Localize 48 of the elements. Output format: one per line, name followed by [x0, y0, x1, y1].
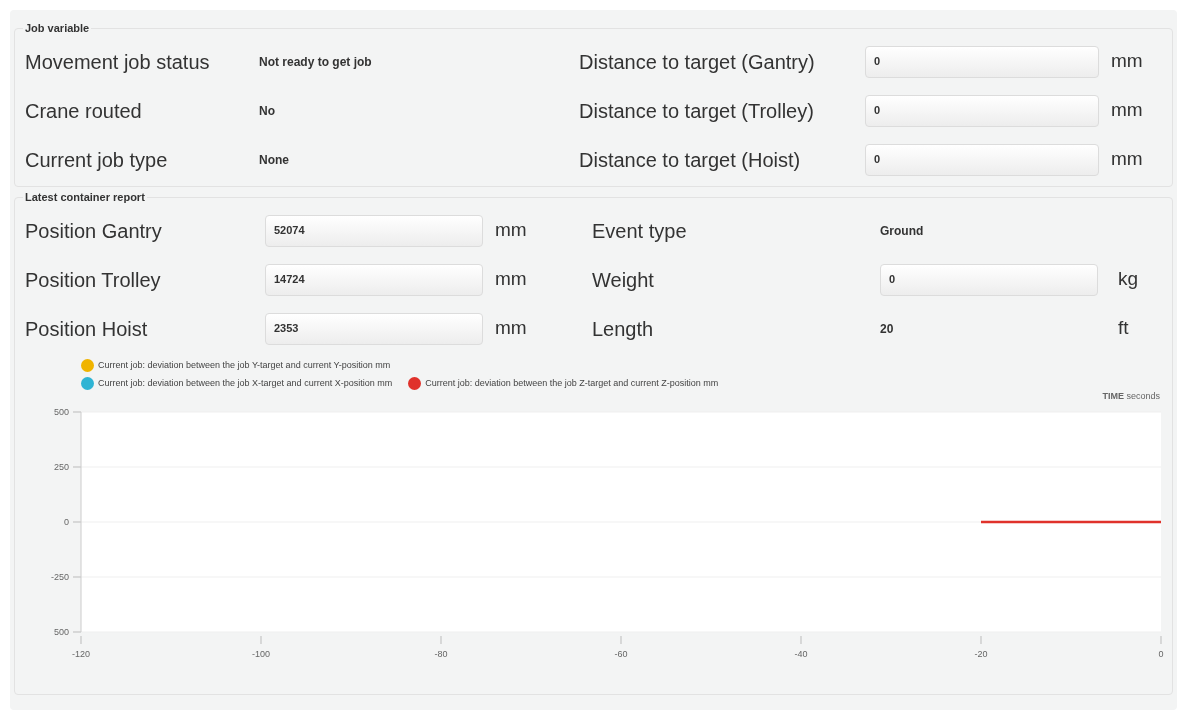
x-tick-label: -100 [252, 648, 270, 659]
y-tick-label: 500 [53, 626, 69, 637]
input-field[interactable]: 0 [865, 143, 1099, 176]
field-value: Ground [880, 222, 924, 240]
field-label: Crane routed [25, 98, 143, 124]
unit-label: ft [1118, 316, 1129, 341]
input-field[interactable]: 14724 [265, 263, 483, 296]
field-label: Position Gantry [25, 218, 163, 244]
input-field[interactable]: 2353 [265, 312, 483, 345]
field-label: Length [592, 316, 655, 342]
input-field[interactable]: 0 [865, 45, 1099, 78]
input-field[interactable]: 0 [865, 94, 1099, 127]
field-value: No [259, 102, 275, 120]
axis-title: TIME seconds [1102, 390, 1160, 403]
field-value: Not ready to get job [259, 53, 372, 71]
field-label: Position Trolley [25, 267, 162, 293]
field-value: 20 [880, 320, 894, 338]
field-value: None [259, 151, 289, 169]
input-field[interactable]: 52074 [265, 214, 483, 247]
field-label: Weight [592, 267, 655, 293]
unit-label: mm [1111, 98, 1143, 123]
y-tick-label: 500 [53, 406, 69, 417]
x-tick-label: -80 [434, 648, 448, 659]
legend-label: Current job: deviation between the job Z-target and current Z-position mm [425, 376, 719, 390]
field-label: Position Hoist [25, 316, 149, 342]
unit-label: mm [1111, 147, 1143, 172]
x-tick-label: 0 [1158, 648, 1164, 659]
x-tick-label: -40 [794, 648, 808, 659]
unit-label: kg [1118, 267, 1139, 292]
y-tick-label: 0 [64, 516, 69, 527]
unit-label: mm [495, 218, 527, 243]
field-label: Distance to target (Trolley) [579, 98, 815, 124]
field-label: Distance to target (Hoist) [579, 147, 802, 173]
legend-label: Current job: deviation between the job X-target and current X-position mm [98, 376, 393, 390]
field-label: Event type [592, 218, 688, 244]
field-label: Current job type [25, 147, 169, 173]
y-tick-label: -250 [51, 571, 69, 582]
unit-label: mm [495, 267, 527, 292]
field-label: Movement job status [25, 49, 211, 75]
unit-label: mm [495, 316, 527, 341]
y-tick-label: 250 [53, 461, 69, 472]
unit-label: mm [1111, 49, 1143, 74]
field-label: Distance to target (Gantry) [579, 49, 816, 75]
x-tick-label: -120 [72, 648, 90, 659]
legend-label: Current job: deviation between the job Y-target and current Y-position mm [98, 359, 391, 372]
x-tick-label: -20 [974, 648, 988, 659]
input-field[interactable]: 0 [880, 263, 1098, 296]
x-tick-label: -60 [614, 648, 628, 659]
